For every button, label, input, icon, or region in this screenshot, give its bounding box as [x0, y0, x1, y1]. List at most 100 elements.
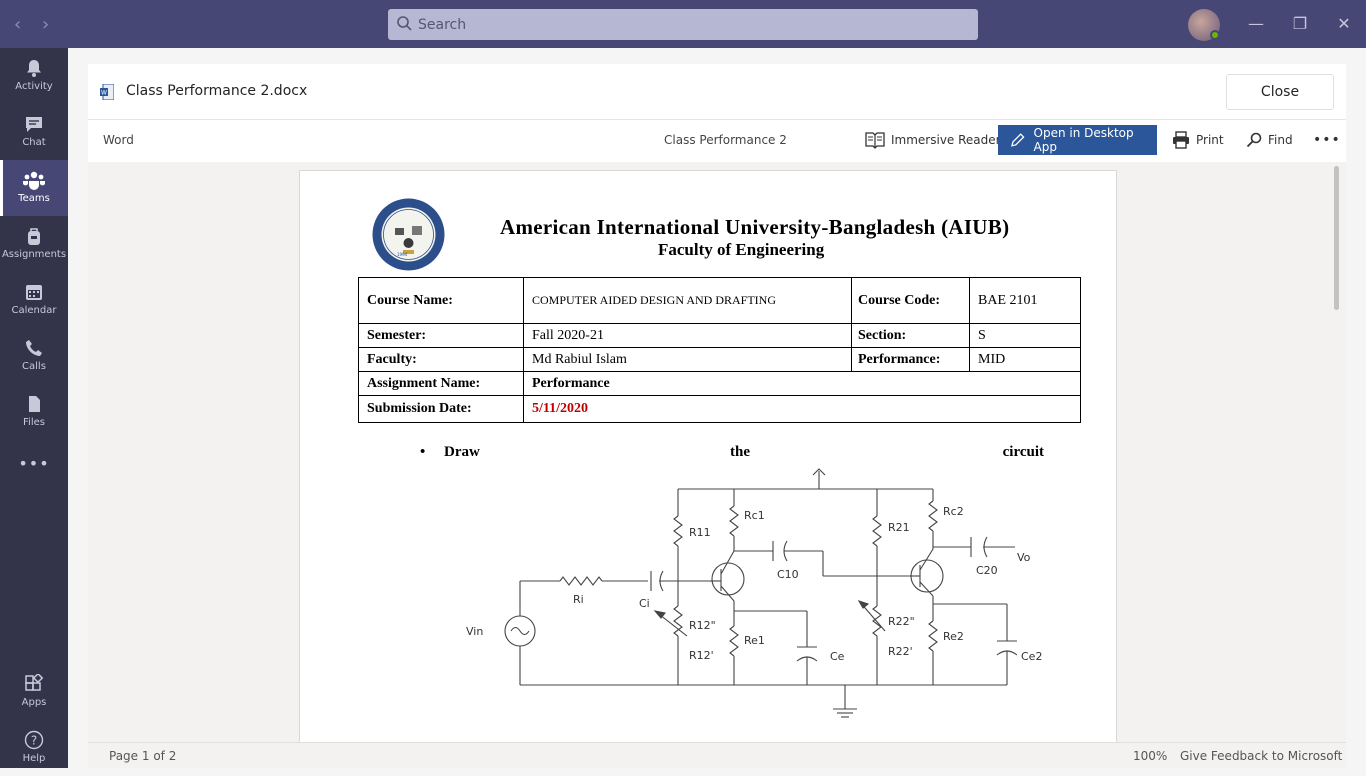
faculty-label: Faculty: — [358, 347, 524, 372]
print-button[interactable]: Print — [1172, 125, 1224, 155]
faculty-value: Md Rabiul Islam — [523, 347, 852, 372]
submission-date-value: 5/11/2020 — [523, 395, 1081, 423]
circuit-label: R11 — [689, 526, 711, 539]
restore-icon[interactable]: ❐ — [1286, 10, 1314, 38]
more-options-icon[interactable]: ••• — [1313, 125, 1341, 155]
svg-text:?: ? — [31, 734, 37, 748]
presence-status-icon — [1210, 30, 1220, 40]
svg-text:W: W — [101, 90, 107, 97]
faculty-heading: Faculty of Engineering — [658, 240, 825, 259]
course-name-value: COMPUTER AIDED DESIGN AND DRAFTING — [523, 277, 852, 324]
document-page: 1994 American International University-B… — [299, 170, 1117, 742]
rail-label: Calls — [22, 361, 46, 372]
search-box[interactable] — [388, 9, 978, 40]
close-window-icon[interactable]: ✕ — [1330, 10, 1358, 38]
assignment-name-value: Performance — [523, 371, 1081, 396]
circuit-label: Ce2 — [1021, 650, 1042, 663]
rail-item-assignments[interactable]: Assignments — [0, 216, 68, 272]
circuit-label: Vo — [1017, 551, 1031, 564]
circuit-label: C20 — [976, 564, 998, 577]
semester-value: Fall 2020-21 — [523, 323, 852, 348]
rail-label: Files — [23, 417, 45, 428]
rail-label: Calendar — [11, 305, 57, 316]
search-icon — [397, 16, 412, 31]
rail-label: Activity — [15, 81, 53, 92]
bullet-word: circuit — [1002, 444, 1044, 460]
section-value: S — [969, 323, 1081, 348]
rail-item-files[interactable]: Files — [0, 384, 68, 440]
find-button[interactable]: Find — [1246, 125, 1293, 155]
bell-icon — [27, 60, 41, 77]
more-apps-icon[interactable]: ••• — [0, 444, 68, 484]
bullet-word: Draw — [444, 444, 480, 460]
circuit-label: Rc2 — [943, 505, 964, 518]
app-rail: Activity Chat Teams Assignments Calendar… — [0, 48, 68, 768]
rail-item-calls[interactable]: Calls — [0, 328, 68, 384]
rail-label: Help — [22, 753, 46, 764]
university-name: American International University-Bangla… — [500, 215, 1010, 239]
printer-icon — [1173, 131, 1189, 149]
circuit-label: Vin — [466, 625, 483, 638]
apps-icon — [25, 674, 44, 691]
open-desktop-app-button[interactable]: Open in Desktop App — [998, 125, 1157, 155]
course-code-label: Course Code: — [851, 277, 970, 324]
minimize-icon[interactable]: — — [1242, 10, 1270, 38]
print-label: Print — [1196, 133, 1224, 147]
calendar-icon — [26, 285, 42, 300]
close-button[interactable]: Close — [1226, 74, 1334, 110]
circuit-diagram: Rc1 R11 R21 Rc2 C10 C20 Vo Ri Ci Vin R12… — [466, 468, 1042, 718]
status-bar: Page 1 of 2 100% Give Feedback to Micros… — [88, 742, 1346, 768]
circuit-label: R21 — [888, 521, 910, 534]
semester-label: Semester: — [358, 323, 524, 348]
zoom-level[interactable]: 100% — [1133, 749, 1167, 763]
circuit-label: Ri — [573, 593, 584, 606]
phone-icon — [26, 340, 42, 356]
title-bar: ‹ › — ❐ ✕ — [0, 0, 1366, 48]
document-viewer: W Class Performance 2.docx Close Word Cl… — [88, 64, 1346, 768]
chat-icon — [26, 117, 42, 132]
rail-item-chat[interactable]: Chat — [0, 104, 68, 160]
assignment-name-label: Assignment Name: — [358, 371, 524, 396]
circuit-label: R12" — [689, 619, 716, 632]
performance-value: MID — [969, 347, 1081, 372]
circuit-label: R12' — [689, 649, 714, 662]
forward-arrow-icon[interactable]: › — [42, 14, 49, 35]
rail-item-teams[interactable]: Teams — [0, 160, 68, 216]
vertical-scrollbar[interactable] — [1334, 166, 1339, 310]
bullet-dot: • — [420, 444, 426, 460]
word-file-icon: W — [100, 84, 114, 100]
course-info-table: Course Name: COMPUTER AIDED DESIGN AND D… — [358, 277, 1081, 423]
search-input[interactable] — [418, 9, 968, 40]
feedback-link[interactable]: Give Feedback to Microsoft — [1180, 749, 1342, 763]
circuit-label: Rc1 — [744, 509, 765, 522]
pencil-icon — [1011, 133, 1025, 147]
app-name: Word — [103, 133, 134, 147]
rail-label: Chat — [22, 137, 46, 148]
help-icon: ? — [24, 730, 44, 750]
file-name: Class Performance 2.docx — [126, 83, 308, 99]
rail-label: Assignments — [1, 249, 67, 260]
circuit-label: C10 — [777, 568, 799, 581]
rail-item-calendar[interactable]: Calendar — [0, 272, 68, 328]
circuit-label: Re1 — [744, 634, 765, 647]
book-icon — [865, 132, 885, 149]
back-arrow-icon[interactable]: ‹ — [14, 14, 21, 35]
immersive-reader-label: Immersive Reader — [891, 133, 1001, 147]
document-header: W Class Performance 2.docx Close — [88, 64, 1346, 120]
circuit-label: Re2 — [943, 630, 964, 643]
rail-label: Apps — [21, 697, 47, 708]
rail-label: Teams — [18, 193, 50, 204]
teams-icon — [23, 171, 45, 190]
rail-item-activity[interactable]: Activity — [0, 48, 68, 104]
word-toolbar: Word Class Performance 2 Immersive Reade… — [88, 120, 1346, 162]
rail-item-apps[interactable]: Apps — [0, 664, 68, 720]
submission-date-label: Submission Date: — [358, 395, 524, 423]
file-icon — [29, 396, 40, 412]
document-canvas[interactable]: 1994 American International University-B… — [88, 162, 1346, 742]
circuit-label: Ci — [639, 597, 650, 610]
course-code-value: BAE 2101 — [969, 277, 1081, 324]
document-title: Class Performance 2 — [664, 133, 787, 147]
immersive-reader-button[interactable]: Immersive Reader — [865, 125, 1001, 155]
performance-label: Performance: — [851, 347, 970, 372]
svg-text:1994: 1994 — [397, 252, 408, 257]
